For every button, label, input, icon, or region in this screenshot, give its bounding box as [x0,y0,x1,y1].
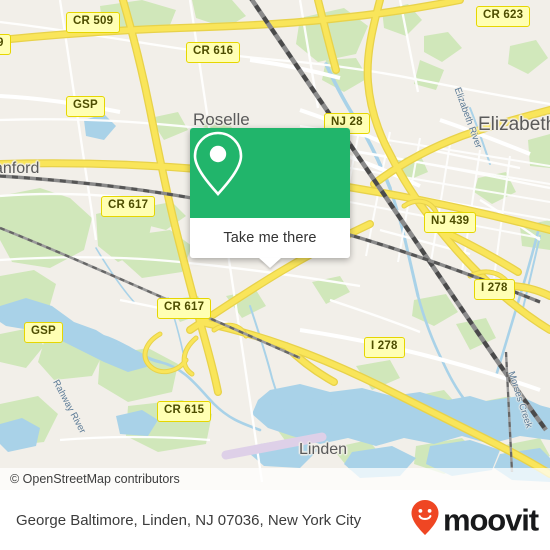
popup-tail [259,258,281,268]
road-shield[interactable]: I 278 [474,279,515,300]
take-me-there-button[interactable]: Take me there [223,230,316,246]
place-label-linden: Linden [299,441,348,458]
moovit-logo[interactable]: moovit [410,499,539,542]
road-shield[interactable]: GSP [24,322,63,343]
road-shield[interactable]: CR 509 [66,12,121,33]
footer-bar: George Baltimore, Linden, NJ 07036, New … [0,490,550,550]
map-attribution: © OpenStreetMap contributors [0,468,550,490]
road-shield[interactable]: CR 616 [186,42,241,63]
place-label-cranford: anford [0,160,40,177]
road-shield[interactable]: CR 617 [157,298,212,319]
road-shield[interactable]: CR 623 [476,6,531,27]
page-title: George Baltimore, Linden, NJ 07036, New … [16,511,362,529]
location-popup-card[interactable]: Take me there [190,128,350,268]
popup-header [190,128,350,218]
place-label-elizabeth: Elizabeth [478,114,550,135]
road-shield[interactable]: NJ 439 [424,212,477,233]
moovit-wordmark: moovit [442,502,539,538]
road-shield[interactable]: I 278 [364,337,405,358]
road-shield[interactable]: GSP [66,96,105,117]
attribution-text[interactable]: © OpenStreetMap contributors [0,472,180,486]
road-shield[interactable]: CR 617 [101,196,156,217]
moovit-map-screenshot: CR 509 9 CR 616 CR 623 GSP NJ 28 CR 617 … [0,0,550,550]
map-canvas[interactable]: CR 509 9 CR 616 CR 623 GSP NJ 28 CR 617 … [0,0,550,490]
road-shield[interactable]: CR 615 [157,401,212,422]
moovit-pin-icon [410,499,440,542]
popup-action-row[interactable]: Take me there [190,218,350,268]
road-shield[interactable]: 9 [0,34,11,55]
place-label-roselle: Roselle [193,110,250,129]
